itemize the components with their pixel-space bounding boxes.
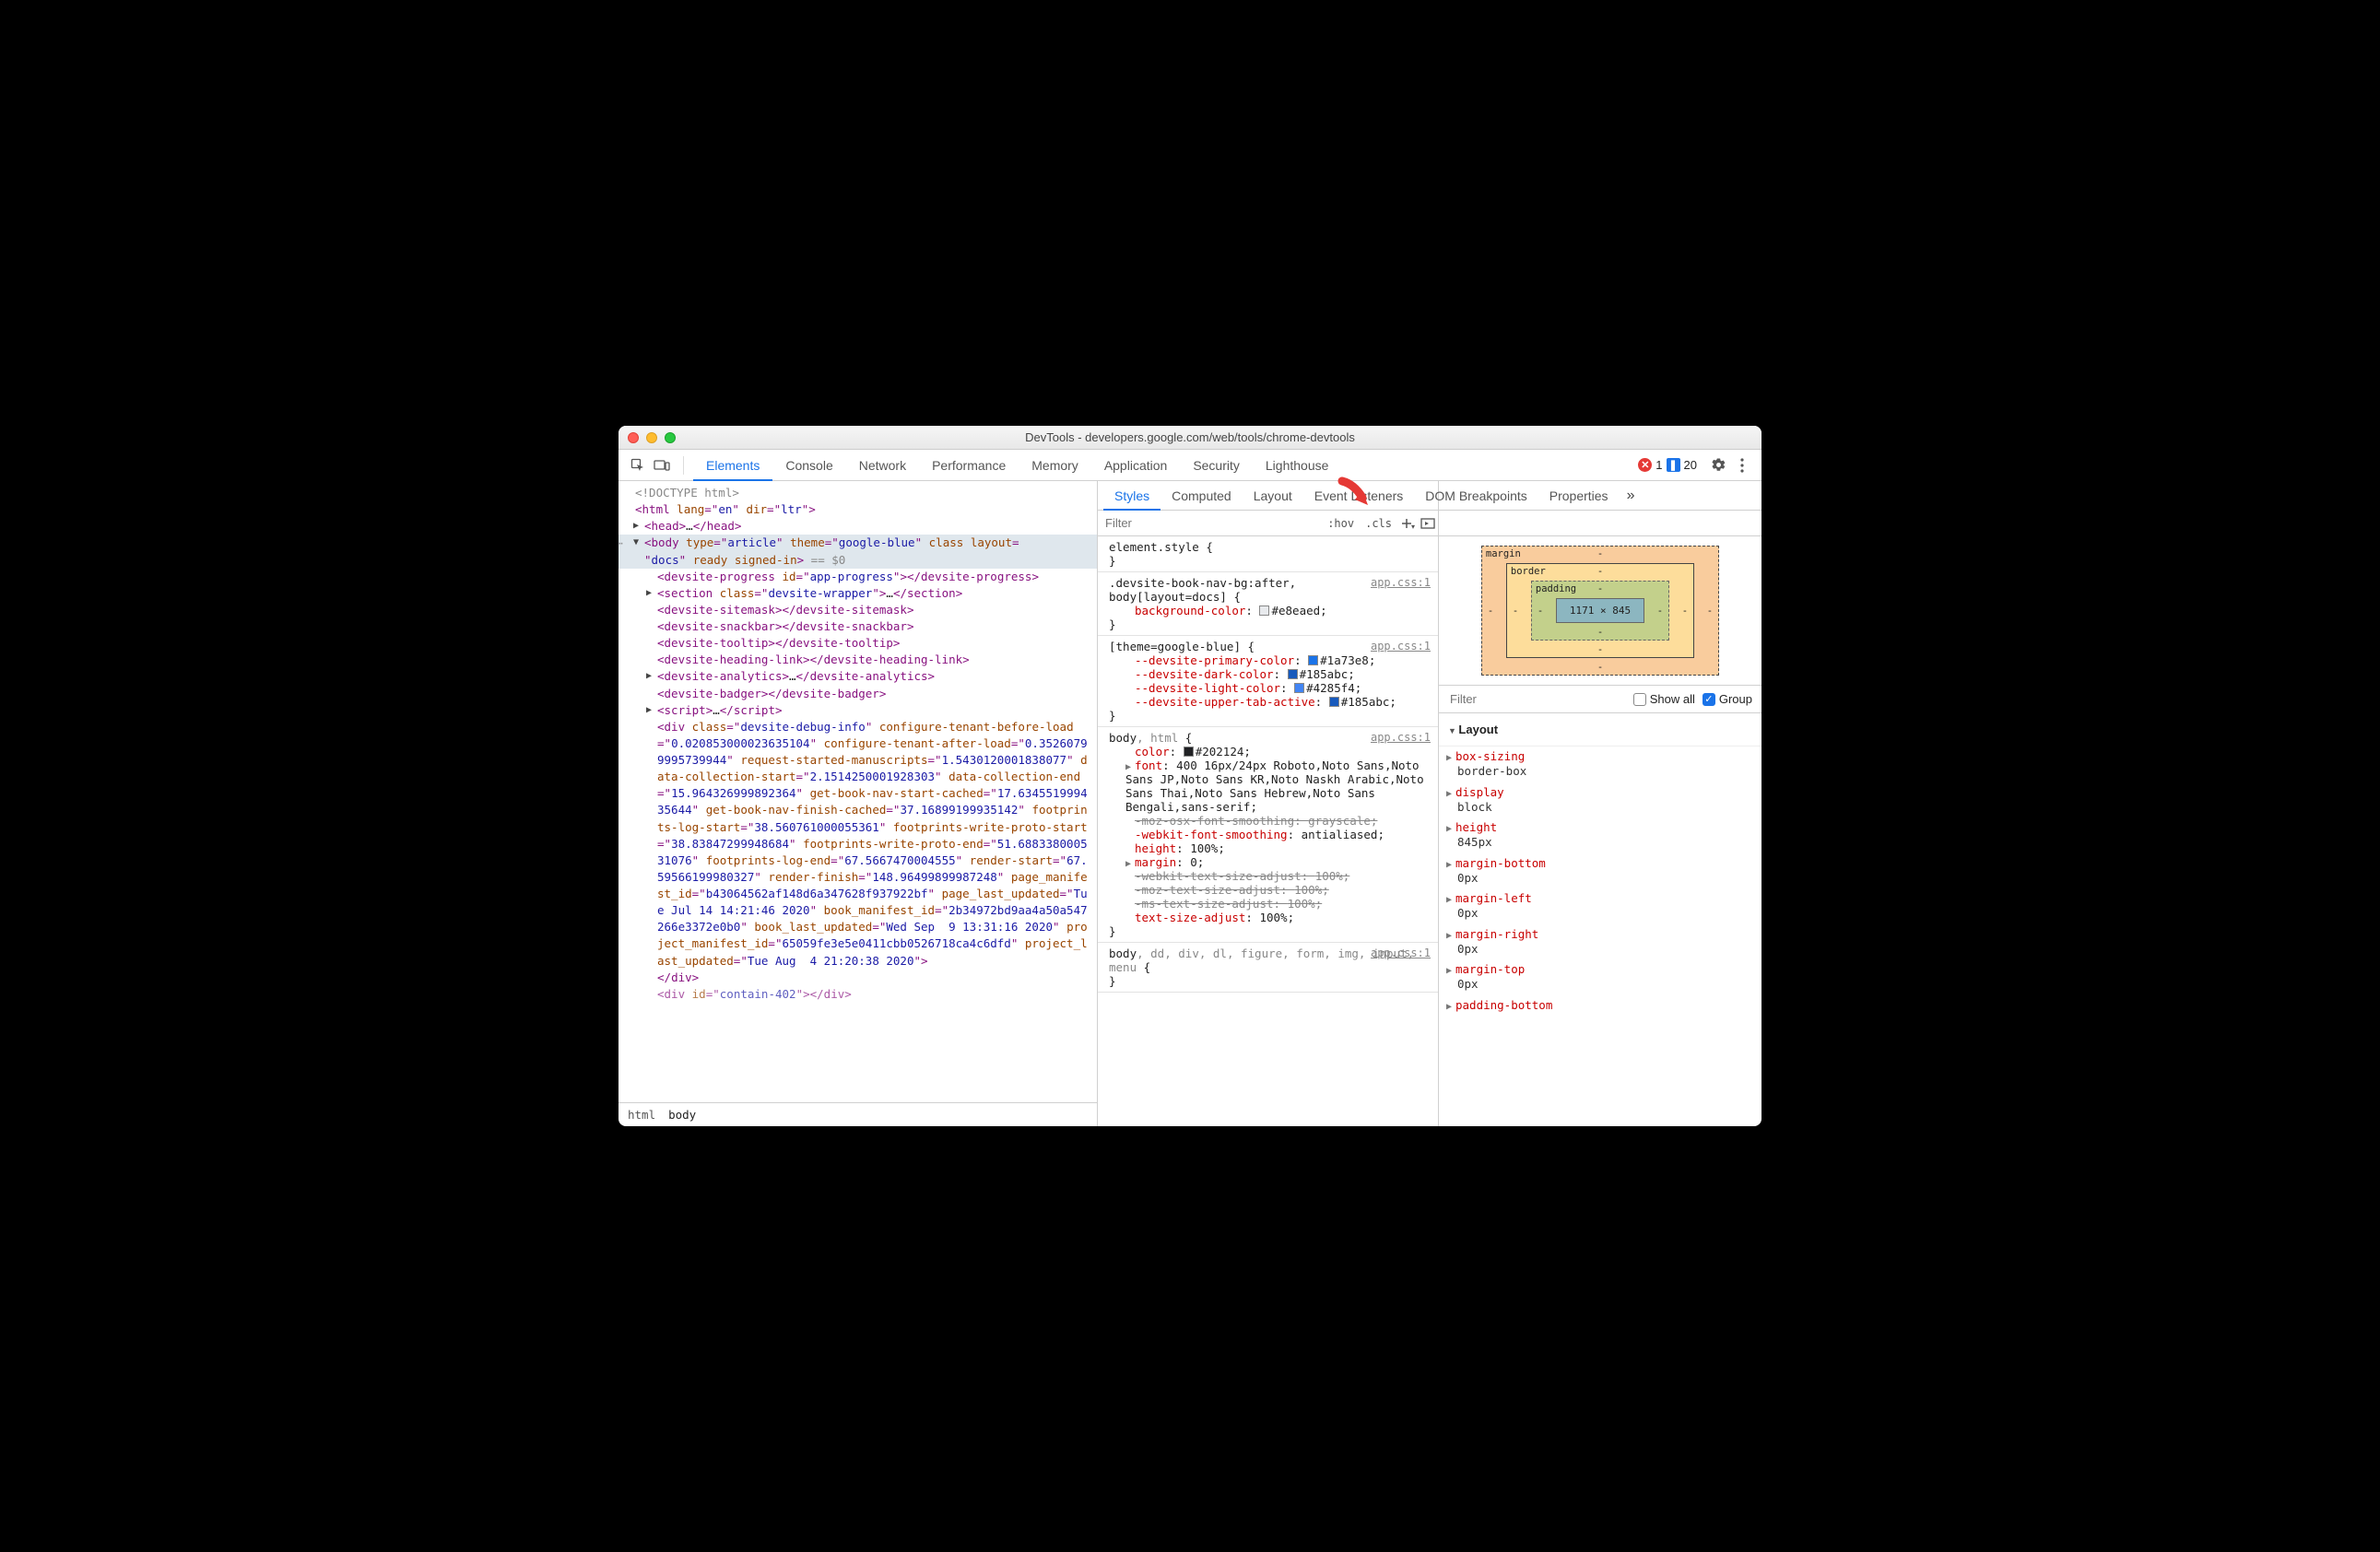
message-badge-icon: ❚: [1667, 458, 1680, 472]
inspect-icon[interactable]: [626, 453, 650, 477]
dom-tree[interactable]: <!DOCTYPE html> <html lang="en" dir="ltr…: [619, 481, 1097, 1102]
tab-computed[interactable]: Computed: [1161, 481, 1243, 511]
computed-filter-input[interactable]: [1448, 691, 1626, 707]
toggle-computed-icon[interactable]: [1418, 518, 1438, 529]
tab-layout[interactable]: Layout: [1243, 481, 1303, 511]
error-badge-icon: ✕: [1638, 458, 1652, 472]
styles-panel: Styles Computed Layout Event Listeners D…: [1098, 481, 1439, 1126]
tab-properties[interactable]: Properties: [1538, 481, 1620, 511]
tab-styles[interactable]: Styles: [1103, 481, 1161, 511]
error-counts[interactable]: ✕ 1 ❚ 20: [1638, 458, 1697, 472]
selected-element[interactable]: ⋯▼<body type="article" theme="google-blu…: [619, 535, 1097, 568]
elements-panel: <!DOCTYPE html> <html lang="en" dir="ltr…: [619, 481, 1098, 1126]
titlebar: DevTools - developers.google.com/web/too…: [619, 426, 1761, 450]
computed-filter-bar: Show all ✓Group: [1439, 686, 1761, 713]
device-toolbar-icon[interactable]: [650, 453, 674, 477]
bm-content-size: 1171 × 845: [1556, 598, 1644, 623]
window-title: DevTools - developers.google.com/web/too…: [619, 430, 1761, 444]
doctype-line: <!DOCTYPE html>: [635, 486, 739, 500]
devtools-window: DevTools - developers.google.com/web/too…: [619, 426, 1761, 1126]
source-link[interactable]: app.css:1: [1371, 731, 1431, 744]
tab-dom-breakpoints[interactable]: DOM Breakpoints: [1414, 481, 1538, 511]
expand-icon[interactable]: ▶: [646, 587, 652, 601]
crumb-html[interactable]: html: [628, 1108, 655, 1122]
bm-border-label: border: [1511, 566, 1546, 577]
breadcrumb: html body: [619, 1102, 1097, 1126]
styles-filter-input[interactable]: [1098, 516, 1322, 530]
source-link[interactable]: app.css:1: [1371, 946, 1431, 959]
cls-toggle[interactable]: .cls: [1360, 511, 1397, 536]
styles-filter-bar: :hov .cls ▾: [1098, 511, 1438, 536]
computed-panel: margin ---- border ---- padding ---- 117…: [1439, 481, 1761, 1126]
expand-icon[interactable]: ▶: [633, 520, 639, 534]
main-tab-bar: Elements Console Network Performance Mem…: [619, 450, 1761, 481]
settings-icon[interactable]: [1706, 453, 1730, 477]
dom-node: <devsite-progress id="app-progress"></de…: [619, 569, 1097, 585]
bm-margin-label: margin: [1486, 548, 1521, 559]
styles-sub-tabs: Styles Computed Layout Event Listeners D…: [1098, 481, 1438, 511]
computed-properties[interactable]: ▶box-sizingborder-box▶displayblock▶heigh…: [1439, 747, 1761, 1126]
tab-performance[interactable]: Performance: [919, 450, 1019, 481]
hov-toggle[interactable]: :hov: [1322, 511, 1360, 536]
collapse-icon[interactable]: ▼: [633, 536, 639, 550]
tab-console[interactable]: Console: [772, 450, 845, 481]
computed-group-header[interactable]: Layout: [1448, 719, 1752, 740]
tab-security[interactable]: Security: [1180, 450, 1253, 481]
message-count: 20: [1684, 458, 1697, 472]
bm-padding-label: padding: [1536, 583, 1576, 594]
source-link[interactable]: app.css:1: [1371, 640, 1431, 653]
error-count: 1: [1655, 458, 1662, 472]
new-style-rule-icon[interactable]: ▾: [1397, 515, 1418, 531]
tab-elements[interactable]: Elements: [693, 450, 772, 481]
more-tabs-icon[interactable]: »: [1620, 488, 1643, 504]
more-menu-icon[interactable]: [1730, 453, 1754, 477]
group-checkbox[interactable]: ✓Group: [1703, 692, 1752, 706]
tab-memory[interactable]: Memory: [1019, 450, 1091, 481]
tab-network[interactable]: Network: [846, 450, 919, 481]
tab-lighthouse[interactable]: Lighthouse: [1253, 450, 1342, 481]
style-rules[interactable]: element.style {}app.css:1.devsite-book-n…: [1098, 536, 1438, 1126]
source-link[interactable]: app.css:1: [1371, 576, 1431, 589]
show-all-checkbox[interactable]: Show all: [1633, 692, 1695, 706]
crumb-body[interactable]: body: [668, 1108, 696, 1122]
tab-event-listeners[interactable]: Event Listeners: [1303, 481, 1415, 511]
box-model[interactable]: margin ---- border ---- padding ---- 117…: [1439, 536, 1761, 686]
tab-application[interactable]: Application: [1091, 450, 1181, 481]
